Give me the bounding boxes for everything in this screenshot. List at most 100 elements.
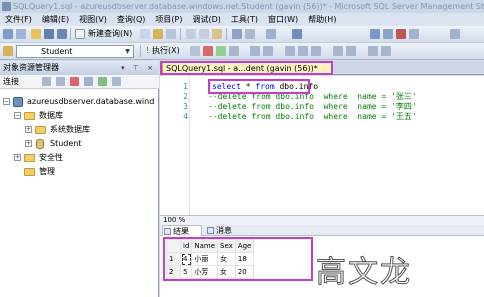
toolbox-icon[interactable] (396, 29, 406, 39)
save-icon[interactable] (44, 29, 54, 39)
comment-lines-icon[interactable] (333, 46, 343, 56)
menu-query[interactable]: 查询(Q) (112, 13, 151, 26)
estimated-plan-icon[interactable] (229, 46, 239, 56)
chevron-down-icon: ▼ (125, 48, 130, 55)
menu-edit[interactable]: 编辑(E) (37, 13, 74, 26)
folder-icon (24, 112, 35, 120)
include-plan-icon[interactable] (263, 46, 273, 56)
refresh-icon[interactable] (98, 77, 107, 86)
zoom-bar: 100 % (160, 215, 484, 225)
results-tab-strip: 结果 消息 (160, 225, 484, 236)
connect-server-icon[interactable] (42, 77, 51, 86)
menu-bar: 文件(F) 编辑(E) 视图(V) 查询(Q) 项目(P) 调试(D) 工具(T… (0, 13, 484, 26)
tab-messages[interactable]: 消息 (206, 225, 246, 236)
menu-project[interactable]: 项目(P) (150, 13, 187, 26)
execute-button[interactable]: 执行(X) (152, 46, 180, 56)
results-grid-area: id Name Sex Age 1 4 小丽 女 18 2 5 小芳 女 20 … (160, 236, 484, 297)
copy-icon[interactable] (199, 29, 209, 39)
tab-results[interactable]: 结果 (162, 225, 202, 236)
server-icon (13, 97, 23, 107)
find-icon[interactable] (292, 29, 302, 39)
cut-icon[interactable] (186, 29, 196, 39)
expand-icon[interactable]: + (14, 154, 21, 161)
query-designer-icon[interactable] (250, 46, 260, 56)
object-explorer-toggle-icon[interactable] (409, 29, 419, 39)
collapse-icon[interactable]: − (3, 98, 10, 105)
security-label: 安全性 (39, 153, 63, 162)
database-select-value: Student (41, 47, 73, 56)
decrease-indent-icon[interactable] (368, 46, 378, 56)
object-explorer-panel: 对象资源管理器 ▾ ⊤ × 连接 − azureusdbserver.datab… (0, 61, 159, 297)
stop-icon[interactable] (70, 77, 79, 86)
watermark-text: 高文龙 (316, 255, 412, 291)
menu-file[interactable]: 文件(F) (0, 13, 37, 26)
select-statement-highlight-box (208, 79, 310, 94)
cancel-query-icon[interactable] (203, 46, 213, 56)
toolbar-overflow-icon[interactable] (112, 77, 121, 86)
student-db-label: Student (50, 139, 82, 148)
navigate-icon[interactable] (266, 29, 276, 39)
new-file-icon[interactable] (3, 29, 13, 39)
system-databases-label: 系统数据库 (50, 125, 90, 134)
toolbar-separator (226, 28, 227, 40)
results-to-file-icon[interactable] (311, 46, 321, 56)
save-all-icon[interactable] (57, 29, 67, 39)
redo-icon[interactable] (245, 29, 255, 39)
panel-window-buttons[interactable]: ▾ ⊤ × (121, 61, 156, 75)
expand-icon[interactable]: + (25, 140, 32, 147)
tab-messages-label: 消息 (216, 226, 232, 235)
object-explorer-toolbar: 连接 (0, 75, 159, 89)
menu-window[interactable]: 窗口(W) (263, 13, 303, 26)
collapse-icon[interactable]: − (14, 112, 21, 119)
analysis-query-icon[interactable] (153, 29, 163, 39)
connect-icon[interactable] (3, 46, 13, 56)
menu-help[interactable]: 帮助(H) (303, 13, 341, 26)
increase-indent-icon[interactable] (381, 46, 391, 56)
zoom-level[interactable]: 100 % (163, 216, 185, 224)
new-project-icon[interactable] (16, 29, 26, 39)
standard-toolbar: 新建查询(N) (0, 26, 484, 43)
new-query-button[interactable]: 新建查询(N) (88, 29, 132, 39)
menu-tools[interactable]: 工具(T) (226, 13, 263, 26)
results-highlight-box (163, 237, 313, 281)
menu-debug[interactable]: 调试(D) (187, 13, 225, 26)
mdx-query-icon[interactable] (166, 29, 176, 39)
message-icon (207, 227, 214, 234)
code-editor[interactable]: 1 2 3 4 select * from dbo.info --delete … (160, 76, 484, 215)
paste-icon[interactable] (212, 29, 222, 39)
parse-icon[interactable] (216, 46, 226, 56)
results-to-text-icon[interactable] (285, 46, 295, 56)
new-query-icon[interactable] (75, 29, 85, 39)
tab-highlight-box (160, 61, 333, 75)
grid-icon (164, 228, 171, 235)
document-tab-strip: SQLQuery1.sql - a...dent (gavin (56))* (160, 61, 484, 75)
object-explorer-title: 对象资源管理器 (3, 63, 59, 72)
solution-explorer-icon[interactable] (370, 29, 380, 39)
database-select[interactable]: Student ▼ (16, 45, 134, 58)
folder-icon (24, 168, 35, 176)
management-label: 管理 (39, 167, 55, 176)
code-line-comment: --delete from dbo.info where name = '李四' (208, 102, 417, 111)
window-title-bar: SQLQuery1.sql - azureusdbserver.database… (0, 0, 484, 13)
folder-icon (35, 126, 46, 134)
expand-icon[interactable]: + (25, 126, 32, 133)
open-folder-icon[interactable] (31, 29, 41, 39)
object-explorer-header: 对象资源管理器 ▾ ⊤ × (0, 61, 159, 75)
toolbar-separator (180, 28, 181, 40)
uncomment-lines-icon[interactable] (346, 46, 356, 56)
execute-icon[interactable]: ! (146, 46, 149, 56)
properties-icon[interactable] (383, 29, 393, 39)
databases-label: 数据库 (39, 111, 63, 120)
filter-icon[interactable] (84, 77, 93, 86)
line-number: 3 (183, 102, 188, 111)
line-number: 2 (183, 92, 188, 101)
connect-button[interactable]: 连接 (3, 77, 19, 86)
code-line-comment: --delete from dbo.info where name = '王五' (208, 112, 417, 121)
results-to-grid-icon[interactable] (298, 46, 308, 56)
disconnect-icon[interactable] (56, 77, 65, 86)
toolbar-options-icon[interactable] (450, 29, 460, 39)
menu-view[interactable]: 视图(V) (74, 13, 112, 26)
database-engine-query-icon[interactable] (140, 29, 150, 39)
undo-icon[interactable] (232, 29, 242, 39)
debug-icon[interactable] (190, 46, 200, 56)
